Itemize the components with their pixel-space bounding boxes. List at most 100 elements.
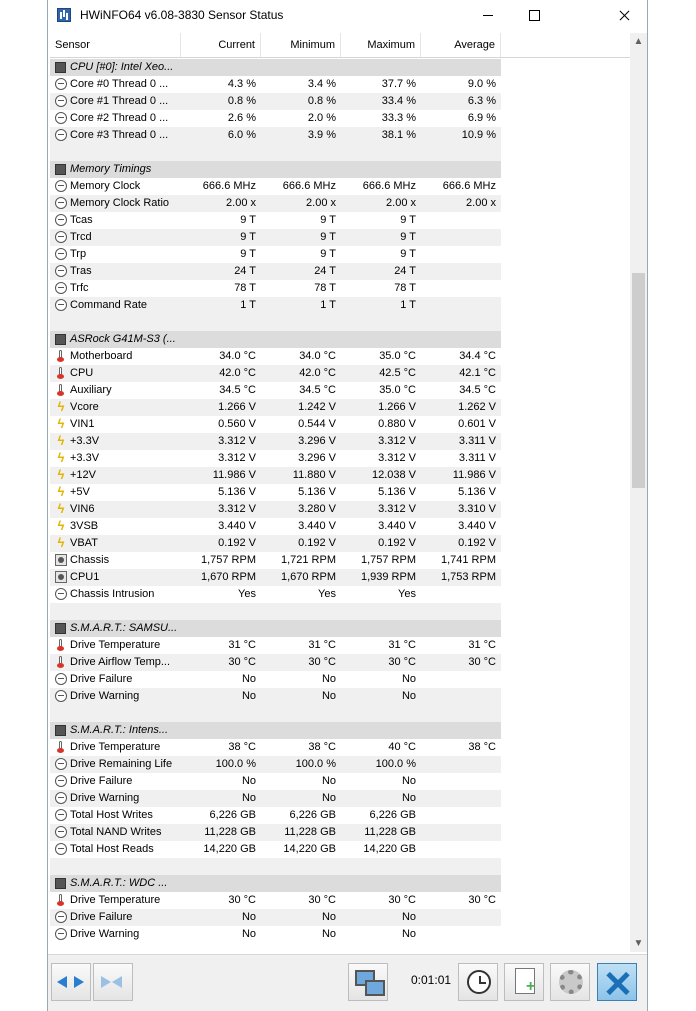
sensor-label: Drive Airflow Temp...	[70, 656, 171, 668]
chip-icon	[55, 623, 66, 634]
sensor-row[interactable]: Motherboard 34.0 °C 34.0 °C 35.0 °C 34.4 °C	[50, 348, 630, 365]
sensor-row[interactable]: Drive Temperature 38 °C 38 °C 40 °C 38 °C	[50, 739, 630, 756]
sensor-row[interactable]: Drive Failure No No No	[50, 909, 630, 926]
sensor-group-row[interactable]: S.M.A.R.T.: Intens...	[50, 722, 630, 739]
sensor-row[interactable]: ϟ VIN6 3.312 V 3.280 V 3.312 V 3.310 V	[50, 501, 630, 518]
sensor-row[interactable]: Drive Warning No No No	[50, 688, 630, 705]
value-max	[341, 722, 421, 739]
clock-icon	[55, 248, 67, 260]
sensor-row[interactable]: Core #0 Thread 0 ... 4.3 % 3.4 % 37.7 % 9.0 …	[50, 76, 630, 93]
sensor-row[interactable]: Core #1 Thread 0 ... 0.8 % 0.8 % 33.4 % 6.3 …	[50, 93, 630, 110]
sensor-row[interactable]: ϟ Vcore 1.266 V 1.242 V 1.266 V 1.262 V	[50, 399, 630, 416]
sensor-row[interactable]: Command Rate 1 T1 T1 T	[50, 297, 630, 314]
settings-button[interactable]	[550, 963, 590, 1001]
value-current: 1,670 RPM	[181, 569, 261, 586]
value-avg	[421, 212, 501, 229]
exit-button[interactable]	[597, 963, 637, 1001]
sensor-row[interactable]: ϟ +3.3V 3.312 V 3.296 V 3.312 V 3.311 V	[50, 433, 630, 450]
sensor-row[interactable]: Memory Clock Ratio 2.00 x 2.00 x 2.00 x 2.00…	[50, 195, 630, 212]
value-avg: 3.440 V	[458, 520, 496, 532]
sensor-row[interactable]: ϟ +12V 11.986 V 11.880 V 12.038 V 11.986 V	[50, 467, 630, 484]
value-min: 3.296 V	[298, 452, 336, 464]
title-bar[interactable]: HWiNFO64 v6.08-3830 Sensor Status	[48, 0, 647, 31]
value-avg	[421, 926, 501, 943]
sensor-row[interactable]: Chassis 1,757 RPM 1,721 RPM 1,757 RPM 1,741 …	[50, 552, 630, 569]
sensor-row[interactable]: ϟ VIN1 0.560 V 0.544 V 0.880 V 0.601 V	[50, 416, 630, 433]
network-monitor-button[interactable]	[348, 963, 388, 1001]
value-max: 33.4 %	[341, 93, 421, 110]
sensor-row[interactable]: Drive Temperature 31 °C 31 °C 31 °C 31 °C	[50, 637, 630, 654]
sensor-row[interactable]: Trcd 9 T9 T9 T	[50, 229, 630, 246]
sensor-label: Trp	[70, 248, 87, 260]
vertical-scrollbar[interactable]: ▲ ▼	[630, 33, 647, 952]
sensor-table: Sensor Current Minimum Maximum Average C…	[50, 33, 630, 952]
sensor-group-row[interactable]: CPU [#0]: Intel Xeo...	[50, 59, 630, 76]
sensor-row[interactable]: Tcas 9 T 9 T 9 T	[50, 212, 630, 229]
sensor-name: ϟ +5V	[50, 484, 181, 501]
sensor-group-row[interactable]: ASRock G41M-S3 (...	[50, 331, 630, 348]
column-header-minimum[interactable]: Minimum	[261, 33, 341, 57]
scroll-down-arrow-icon[interactable]: ▼	[630, 935, 647, 952]
sensor-group-row[interactable]: S.M.A.R.T.: WDC ...	[50, 875, 630, 892]
sensor-row[interactable]: Drive Warning No No No	[50, 926, 630, 943]
column-header-maximum[interactable]: Maximum	[341, 33, 421, 57]
value-avg: 6.3 %	[421, 93, 501, 110]
sensor-row[interactable]: Drive Remaining Life 100.0 % 100.0 % 100.0 …	[50, 756, 630, 773]
sensor-row[interactable]: ϟ +5V 5.136 V 5.136 V 5.136 V 5.136 V	[50, 484, 630, 501]
column-header-average[interactable]: Average	[421, 33, 501, 57]
column-header-sensor[interactable]: Sensor	[50, 33, 181, 57]
value-max: 100.0 %	[341, 756, 421, 773]
value-min: 3.440 V	[298, 520, 336, 532]
sensor-row[interactable]: Drive Airflow Temp... 30 °C 30 °C 30 °C 30 °…	[50, 654, 630, 671]
navigate-left-right-button[interactable]	[51, 963, 91, 1001]
value-current: 42.0 °C	[181, 365, 261, 382]
sensor-row[interactable]: Memory Clock 666.6 MHz 666.6 MHz 666.6 MHz 6…	[50, 178, 630, 195]
sensor-row[interactable]: ϟ VBAT 0.192 V 0.192 V 0.192 V 0.192 V	[50, 535, 630, 552]
value-max: 1,757 RPM	[360, 554, 416, 566]
sensor-row[interactable]: Core #2 Thread 0 ... 2.6 % 2.0 % 33.3 % 6.9 …	[50, 110, 630, 127]
sensor-row[interactable]: Total Host Reads 14,220 GB 14,220 GB 14,220…	[50, 841, 630, 858]
sensor-row[interactable]: CPU 42.0 °C 42.0 °C 42.5 °C 42.1 °C	[50, 365, 630, 382]
sensor-row[interactable]: Total NAND Writes 11,228 GB 11,228 GB 11,22…	[50, 824, 630, 841]
value-avg: 3.310 V	[421, 501, 501, 518]
scroll-up-arrow-icon[interactable]: ▲	[630, 33, 647, 50]
value-avg: 6.9 %	[467, 112, 496, 124]
sensor-row[interactable]: Tras 24 T 24 T 24 T	[50, 263, 630, 280]
sensor-row[interactable]: Total Host Writes 6,226 GB 6,226 GB 6,226 G…	[50, 807, 630, 824]
value-current: 2.6 %	[227, 112, 256, 124]
arrow-left-icon	[57, 976, 67, 988]
maximize-button[interactable]	[511, 0, 557, 31]
sensor-row[interactable]: Chassis Intrusion Yes Yes Yes	[50, 586, 630, 603]
spacer-cell	[50, 314, 501, 331]
sensor-name: Core #1 Thread 0 ...	[50, 93, 181, 110]
sensor-group-row[interactable]: S.M.A.R.T.: SAMSU...	[50, 620, 630, 637]
sensor-row[interactable]: Trp 9 T 9 T 9 T	[50, 246, 630, 263]
value-min: 6,226 GB	[289, 809, 336, 821]
sensor-row[interactable]: ϟ +3.3V 3.312 V 3.296 V 3.312 V 3.311 V	[50, 450, 630, 467]
column-header-current[interactable]: Current	[181, 33, 261, 57]
value-max: 3.312 V	[341, 433, 421, 450]
sensor-row[interactable]: Drive Warning No No No	[50, 790, 630, 807]
scrollbar-thumb[interactable]	[632, 273, 645, 488]
value-avg: 34.5 °C	[459, 384, 496, 396]
sensor-row[interactable]: Drive Failure No No No	[50, 773, 630, 790]
sensor-row[interactable]: ϟ 3VSB 3.440 V 3.440 V 3.440 V 3.440 V	[50, 518, 630, 535]
sensor-row[interactable]: Auxiliary 34.5 °C 34.5 °C 35.0 °C 34.5 °C	[50, 382, 630, 399]
clock-icon	[55, 282, 67, 294]
sensor-row[interactable]: Drive Temperature 30 °C 30 °C 30 °C 30 °C	[50, 892, 630, 909]
value-avg: 9.0 %	[467, 78, 496, 90]
minimize-button[interactable]	[465, 0, 511, 31]
value-max: No	[341, 790, 421, 807]
value-current	[181, 875, 261, 892]
value-max: 3.312 V	[341, 501, 421, 518]
logging-button[interactable]	[504, 963, 544, 1001]
close-window-button[interactable]	[601, 0, 647, 31]
reset-timer-button[interactable]	[458, 963, 498, 1001]
sensor-row[interactable]: CPU1 1,670 RPM 1,670 RPM 1,939 RPM 1,753 RPM	[50, 569, 630, 586]
navigate-collapse-button[interactable]	[93, 963, 133, 1001]
sensor-group-row[interactable]: Memory Timings	[50, 161, 630, 178]
sensor-row[interactable]: Trfc 78 T 78 T 78 T	[50, 280, 630, 297]
sensor-row[interactable]: Drive Failure No No No	[50, 671, 630, 688]
value-current	[181, 331, 261, 348]
sensor-row[interactable]: Core #3 Thread 0 ... 6.0 % 3.9 % 38.1 % 10.9…	[50, 127, 630, 144]
